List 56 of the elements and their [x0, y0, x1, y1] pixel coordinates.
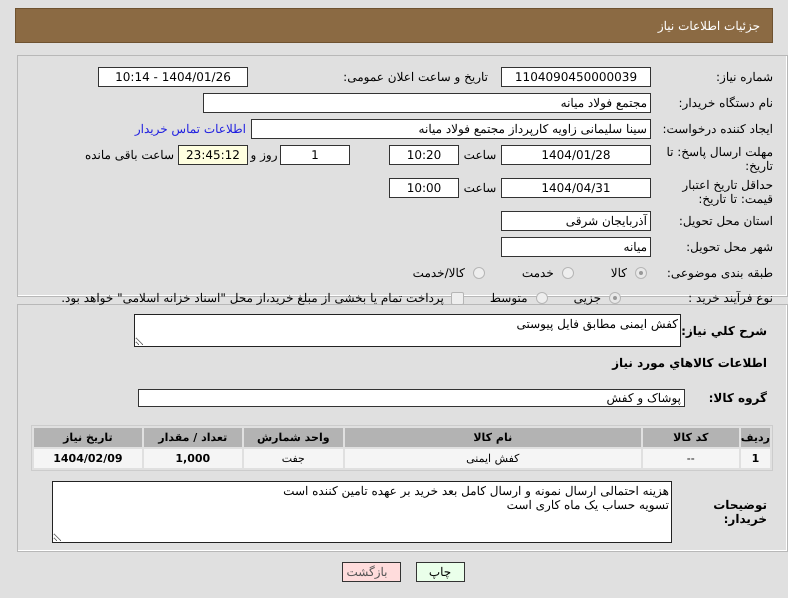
table-cell: 1	[740, 449, 770, 468]
field-label: تاریخ و ساعت اعلان عمومی:	[342, 70, 489, 84]
field-label: طبقه بندی موضوعی:	[666, 266, 774, 280]
text-field[interactable]: 1404/04/31	[501, 178, 651, 198]
checkbox[interactable]	[450, 292, 464, 304]
contact-link[interactable]: اطلاعات تماس خریدار	[134, 122, 246, 136]
print-button[interactable]: چاپ	[416, 562, 464, 582]
field-label: نام دستگاه خریدار:	[678, 96, 774, 110]
column-header: نام کالا	[344, 428, 641, 447]
field-label: شماره نیاز:	[715, 70, 774, 84]
radio-option[interactable]: خدمت	[522, 266, 574, 280]
text-area[interactable]: کفش ایمنی مطابق فایل پیوستی	[134, 314, 681, 347]
column-header: ردیف	[740, 428, 770, 447]
checkbox-label: پرداخت تمام یا بخشی از مبلغ خرید،از محل "اسناد خزانه اسلامی" خواهد بود.	[61, 291, 444, 305]
page-title: جزئیات اطلاعات نیاز	[658, 18, 760, 32]
table-cell: کفش ایمنی	[344, 449, 641, 468]
section-heading: اطلاعات کالاهاي مورد نياز	[610, 356, 768, 372]
radio-option[interactable]: متوسط	[490, 291, 548, 305]
table-cell: 1404/02/09	[34, 449, 142, 468]
field-label: توضیحات خریدار:	[712, 498, 768, 526]
text-area[interactable]: هزینه احتمالی ارسال نمونه و ارسال کامل بعد خرید بر عهده تامین کننده است تسویه حساب یک ماه کاری است	[52, 481, 672, 543]
field-label: ساعت	[462, 180, 498, 197]
text-field[interactable]: 1104090450000039	[501, 67, 651, 87]
field-label: شهر محل تحویل:	[685, 240, 774, 254]
column-header: تاریخ نیاز	[34, 428, 142, 447]
field-label: استان محل تحویل:	[678, 214, 774, 228]
text-field[interactable]: 1404/01/28	[501, 145, 651, 165]
text-field[interactable]: 10:20	[389, 145, 459, 165]
radio-option[interactable]: کالا/خدمت	[412, 266, 485, 280]
text-field[interactable]: مجتمع فولاد میانه	[203, 93, 651, 113]
field-label: نوع فرآیند خرید :	[687, 291, 774, 305]
text-field[interactable]: آذربایجان شرقی	[501, 211, 651, 231]
table-cell: --	[642, 449, 739, 468]
table-cell: جفت	[244, 449, 343, 468]
field-label: روز و	[249, 147, 278, 164]
field-label: ساعت باقی مانده	[84, 147, 174, 164]
column-header: واحد شمارش	[244, 428, 343, 447]
text-field[interactable]: 23:45:12	[178, 145, 248, 165]
text-field[interactable]: 1	[280, 145, 350, 165]
field-label: شرح کلي نياز:	[681, 324, 768, 338]
radio-option[interactable]: جزیی	[574, 291, 621, 305]
radio-option[interactable]: کالا	[610, 266, 647, 280]
field-label: ساعت	[462, 147, 498, 164]
column-header: تعداد / مقدار	[144, 428, 242, 447]
field-label: حداقل تاریخ اعتبار قیمت: تا تاریخ:	[680, 178, 774, 206]
field-label: ایجاد کننده درخواست:	[661, 122, 774, 136]
field-label: گروه کالا:	[708, 391, 768, 405]
text-field[interactable]: سینا سلیمانی زاویه کارپرداز مجتمع فولاد میانه	[251, 119, 651, 139]
text-field[interactable]: 1404/01/26 - 10:14	[98, 67, 248, 87]
column-header: کد کالا	[642, 428, 739, 447]
text-field[interactable]: میانه	[501, 237, 651, 257]
field-label: مهلت ارسال پاسخ: تا تاریخ:	[665, 145, 774, 173]
text-field[interactable]: 10:00	[389, 178, 459, 198]
table-cell: 1,000	[144, 449, 242, 468]
text-field[interactable]: پوشاک و کفش	[138, 389, 685, 407]
back-button[interactable]: بازگشت	[342, 562, 400, 582]
